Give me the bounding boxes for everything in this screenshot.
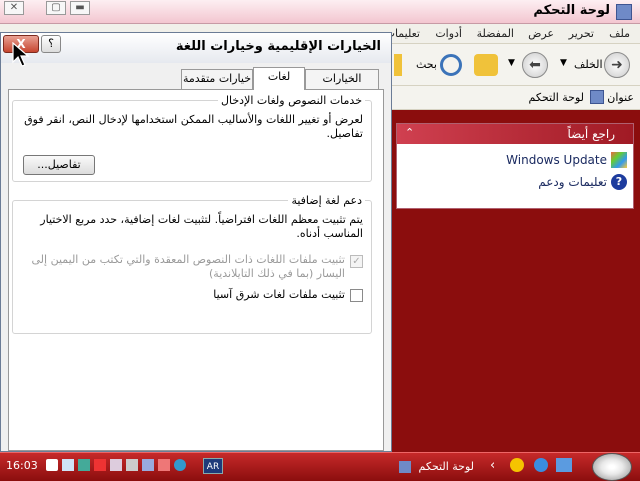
complex-scripts-label: تثبيت ملفات اللغات ذات النصوص المعقدة وا… xyxy=(31,253,345,280)
messenger-icon[interactable] xyxy=(510,458,524,472)
quicklaunch-chevron-icon[interactable]: ‹ xyxy=(490,458,495,473)
text-services-title: خدمات النصوص ولغات الإدخال xyxy=(218,94,365,107)
tray-device-icon[interactable] xyxy=(126,459,138,471)
taskbar: 16:03 AR لوحة التحكم ‹ xyxy=(0,452,640,481)
dialog-help-button[interactable]: ؟ xyxy=(41,35,61,53)
back-button-label[interactable]: الخلف xyxy=(574,58,603,71)
address-label: عنوان xyxy=(607,91,634,104)
supplemental-language-title: دعم لغة إضافية xyxy=(288,194,365,207)
mouse-cursor-icon xyxy=(12,42,30,67)
folders-icon[interactable] xyxy=(394,54,402,76)
close-button[interactable]: ✕ xyxy=(4,1,24,15)
east-asian-checkbox[interactable] xyxy=(350,289,363,302)
minimize-button[interactable]: ▬ xyxy=(70,1,90,15)
tab-languages[interactable]: لغات xyxy=(253,67,305,90)
search-button-label[interactable]: بحث xyxy=(416,58,437,71)
taskbar-control-panel-icon xyxy=(399,461,412,473)
help-icon: ? xyxy=(611,174,627,190)
control-panel-small-icon xyxy=(590,90,604,104)
control-panel-titlebar: ✕ ▢ ▬ لوحة التحكم xyxy=(0,0,640,24)
supplemental-language-group: دعم لغة إضافية يتم تثبيت معظم اللغات افت… xyxy=(12,194,372,334)
collapse-chevron-icon[interactable]: ⌃ xyxy=(405,126,414,139)
maximize-button[interactable]: ▢ xyxy=(46,1,66,15)
complex-scripts-checkbox: ✓ xyxy=(350,255,363,268)
tab-regional-options[interactable]: الخيارات الإقليمية xyxy=(305,69,379,103)
tray-printer-icon[interactable] xyxy=(110,459,122,471)
regional-language-dialog: X ؟ الخيارات الإقليمية وخيارات اللغة الخ… xyxy=(0,32,392,452)
supplemental-language-description: يتم تثبيت معظم اللغات افتراضياً. لتثبيت … xyxy=(40,213,363,240)
task-pane: راجع أيضاً ⌃ Windows Update ? تعليمات ود… xyxy=(392,110,640,452)
back-arrow-icon[interactable]: ➜ xyxy=(604,52,630,78)
languages-tab-panel: خدمات النصوص ولغات الإدخال لعرض أو تغيير… xyxy=(8,89,384,451)
see-also-windows-update[interactable]: Windows Update xyxy=(506,153,607,167)
windows-update-icon xyxy=(611,152,627,168)
menu-favorites[interactable]: المفضلة xyxy=(477,27,514,40)
text-services-group: خدمات النصوص ولغات الإدخال لعرض أو تغيير… xyxy=(12,94,372,182)
details-button[interactable]: تفاصيل... xyxy=(23,155,95,175)
show-desktop-icon[interactable] xyxy=(556,458,572,472)
back-dropdown-icon[interactable]: ▼ xyxy=(560,58,567,68)
forward-dropdown-icon[interactable]: ▼ xyxy=(508,58,515,68)
see-also-title: راجع أيضاً xyxy=(567,127,615,141)
menu-view[interactable]: عرض xyxy=(528,27,554,40)
east-asian-label[interactable]: تثبيت ملفات لغات شرق آسيا xyxy=(25,288,345,302)
menu-file[interactable]: ملف xyxy=(609,27,630,40)
menu-tools[interactable]: أدوات xyxy=(435,27,462,40)
see-also-header[interactable]: راجع أيضاً ⌃ xyxy=(397,124,633,144)
control-panel-title: لوحة التحكم xyxy=(533,3,610,18)
start-button[interactable] xyxy=(592,453,632,481)
taskbar-clock[interactable]: 16:03 xyxy=(6,459,38,472)
language-indicator[interactable]: AR xyxy=(203,458,223,474)
tray-tool-icon[interactable] xyxy=(94,459,106,471)
tray-network-icon[interactable] xyxy=(62,459,74,471)
up-folder-icon[interactable] xyxy=(474,54,498,76)
forward-arrow-icon[interactable]: ⬅ xyxy=(522,52,548,78)
see-also-panel: راجع أيضاً ⌃ Windows Update ? تعليمات ود… xyxy=(396,123,634,209)
text-services-description: لعرض أو تغيير اللغات والأساليب الممكن اس… xyxy=(24,113,363,140)
tray-security-icon[interactable] xyxy=(142,459,154,471)
dialog-title: الخيارات الإقليمية وخيارات اللغة xyxy=(175,39,381,54)
taskbar-task-control-panel[interactable]: لوحة التحكم xyxy=(370,456,474,478)
tray-media-icon[interactable] xyxy=(158,459,170,471)
menu-edit[interactable]: تحرير xyxy=(569,27,594,40)
taskbar-task-label: لوحة التحكم xyxy=(418,460,474,473)
see-also-help-support[interactable]: تعليمات ودعم xyxy=(538,175,607,189)
control-panel-icon xyxy=(616,4,632,20)
tray-update-icon[interactable] xyxy=(174,459,186,471)
tray-monitor-icon[interactable] xyxy=(46,459,58,471)
address-value[interactable]: لوحة التحكم xyxy=(529,91,584,104)
browser-icon[interactable] xyxy=(534,458,548,472)
tab-advanced[interactable]: خيارات متقدمة xyxy=(181,69,253,89)
search-icon[interactable] xyxy=(440,54,462,76)
dialog-titlebar: X ؟ الخيارات الإقليمية وخيارات اللغة xyxy=(1,33,391,63)
tray-app-icon[interactable] xyxy=(78,459,90,471)
